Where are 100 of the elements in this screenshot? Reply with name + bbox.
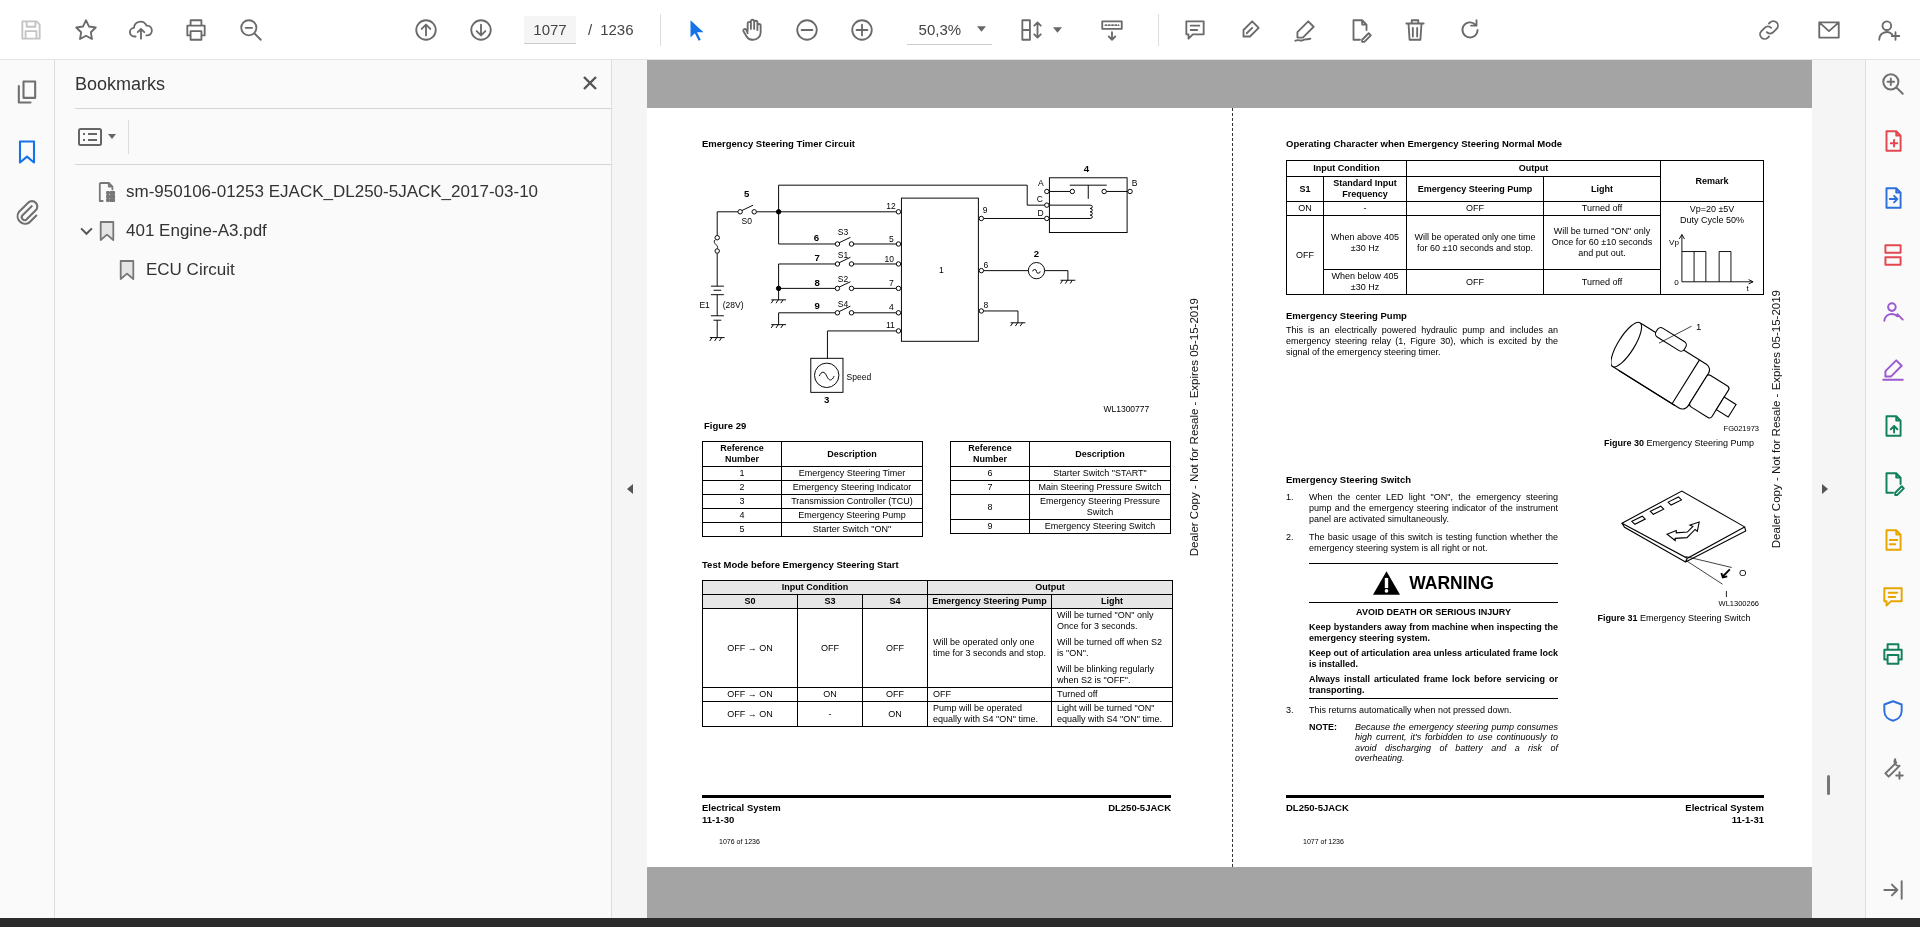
pin-label: S3 — [837, 227, 849, 238]
component-number: 4 — [1083, 162, 1090, 174]
section-heading: Emergency Steering Timer Circuit — [702, 138, 856, 150]
table-cell: ON — [797, 687, 863, 702]
expand-arrow-icon[interactable] — [1822, 484, 1828, 494]
pin-label: S1 — [837, 250, 849, 261]
bookmark-item[interactable]: 401 Engine-A3.pdf — [126, 220, 267, 241]
collapse-arrow-icon[interactable] — [626, 484, 633, 494]
table-cell: 2 — [702, 480, 782, 495]
table-cell: OFF — [1286, 215, 1324, 295]
table-cell: 5 — [702, 522, 782, 537]
callout-number: 1 — [1695, 320, 1702, 332]
figure-caption: Figure 30 Emergency Steering Pump — [1603, 438, 1755, 448]
table-cell: OFF → ON — [702, 608, 798, 688]
table-cell: Turned off — [1051, 687, 1173, 702]
step-number: 1. — [1286, 492, 1295, 504]
table-cell: OFF — [927, 687, 1052, 702]
pin-label: 11 — [885, 319, 895, 330]
page-number-field[interactable]: 1077 — [524, 15, 576, 44]
table-cell: OFF — [862, 608, 928, 688]
step-text: When the center LED light "ON", the emergency steering pump and the emergency steering indicator of the instrument panel are activated simultaneously. — [1309, 492, 1558, 526]
note-text: Because the emergency steering pump consumes high current, it's forbidden to use continuously to avoid discharging of battery and a risk of overheating. — [1355, 722, 1558, 764]
bookmark-item[interactable]: sm-950106-01253 EJACK_DL250-5JACK_2017-03-10 — [126, 181, 539, 202]
table-cell: - — [797, 701, 863, 727]
warning-text: Always install articulated frame lock before servicing or transporting. — [1309, 674, 1558, 695]
diagram-label: (28V) — [722, 300, 744, 310]
step-text: This returns automatically when not pressed down. — [1309, 705, 1513, 717]
column-group-header: Input Condition — [1286, 160, 1407, 177]
table-cell: When below 405 ±30 Hz — [1323, 269, 1407, 295]
position-label: O — [1739, 567, 1747, 578]
table-cell: 3 — [702, 494, 782, 509]
column-header: Description — [781, 441, 923, 467]
column-header: Emergency Steering Pump — [1406, 176, 1544, 202]
column-group-header: Output — [927, 580, 1173, 595]
column-group-header: Remark — [1660, 160, 1764, 202]
table-cell: Turned off — [1543, 201, 1661, 216]
column-header: S1 — [1286, 176, 1324, 202]
column-group-header: Input Condition — [702, 580, 928, 595]
caret-icon — [108, 134, 116, 139]
pin-label: 4 — [889, 302, 894, 313]
scrollbar-thumb[interactable] — [1827, 775, 1830, 795]
bookmark-item[interactable]: ECU Circuit — [146, 259, 235, 280]
footer-section: Electrical System — [1685, 802, 1764, 814]
column-header: Standard Input Frequency — [1323, 176, 1407, 202]
table-cell: OFF — [797, 608, 863, 688]
table-cell: OFF → ON — [702, 701, 798, 727]
column-header: Reference Number — [702, 441, 782, 467]
figure-caption: Figure 31 Emergency Steering Switch — [1597, 613, 1751, 623]
bookmark-icon — [98, 219, 116, 242]
document-icon — [98, 180, 116, 203]
component-number: 6 — [813, 231, 819, 243]
page-count: 1236 — [600, 21, 634, 38]
table-cell: - — [1323, 201, 1407, 216]
page-separator: / — [588, 21, 593, 38]
pin-label: C — [1036, 194, 1043, 205]
zoom-dropdown[interactable]: 50,3% — [906, 14, 992, 45]
warning-text: Keep bystanders away from machine when inspecting the emergency steering system. — [1309, 622, 1558, 643]
table-cell: Pump will be operated equally with S4 "ON" time. — [927, 701, 1052, 727]
section-heading: Test Mode before Emergency Steering Start — [702, 559, 900, 571]
pin-label: D — [1037, 208, 1044, 219]
options-menu-button[interactable] — [75, 126, 116, 147]
table-cell: Emergency Steering Indicator — [781, 480, 923, 495]
figure-code: WL1300777 — [1103, 404, 1150, 415]
table-cell: Emergency Steering Pump — [781, 508, 923, 523]
component-number: 5 — [744, 188, 750, 199]
pin-label: A — [1038, 177, 1044, 188]
caret-icon[interactable] — [1052, 26, 1062, 33]
section-heading: Operating Character when Emergency Steering Normal Mode — [1286, 138, 1564, 150]
figure-label: Figure 29 — [704, 420, 748, 432]
table-cell: 9 — [950, 519, 1030, 534]
component-number: 7 — [814, 252, 820, 263]
leader-line — [1685, 556, 1733, 585]
paragraph: This is an electrically powered hydraulic pump and includes an emergency steering relay (1, Figure 30), which is excited by the signal of the emergency steering timer. — [1286, 325, 1558, 359]
warning-icon — [1373, 571, 1401, 595]
side-note: Dealer Copy - Not for Resale - Expires 05-15-2019 — [1770, 290, 1782, 549]
step-number: 2. — [1286, 531, 1295, 544]
panel-title: Bookmarks — [75, 73, 166, 95]
caret-icon — [976, 26, 986, 32]
pin-label: 6 — [983, 260, 989, 271]
table-cell: Will be operated only one time for 3 seconds and stop. — [927, 608, 1052, 688]
pin-label: S0 — [741, 215, 752, 226]
section-heading: Emergency Steering Switch — [1286, 474, 1413, 486]
table-cell: Starter Switch "ON" — [781, 522, 923, 537]
arrow-icon — [1720, 568, 1731, 579]
component-number: 9 — [814, 300, 820, 312]
side-note: Dealer Copy - Not for Resale - Expires 05-15-2019 — [1188, 298, 1200, 557]
pin-label: 7 — [889, 278, 894, 289]
table-cell: Transmission Controller (TCU) — [781, 494, 923, 509]
footer-page-code: 11-1-31 — [1731, 813, 1764, 825]
table-cell: OFF → ON — [702, 687, 798, 702]
pin-label: B — [1131, 177, 1138, 188]
bookmark-icon — [118, 258, 136, 281]
table-cell: When above 405 ±30 Hz — [1323, 215, 1407, 270]
leader-line — [1658, 325, 1692, 344]
footer-section: Electrical System — [702, 802, 781, 814]
pin-label: 5 — [889, 234, 894, 245]
note-label: NOTE: — [1309, 722, 1338, 735]
table-cell: 6 — [950, 466, 1030, 481]
warning-title: WARNING — [1409, 572, 1494, 594]
pin-label: 9 — [982, 204, 988, 215]
